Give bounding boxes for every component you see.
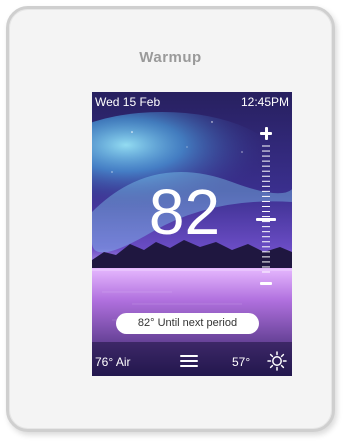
temperature-slider[interactable] <box>260 144 272 274</box>
brand-logo: Warmup <box>139 49 202 66</box>
hamburger-menu-icon[interactable] <box>180 354 198 368</box>
schedule-status-pill[interactable]: 82° Until next period <box>116 313 259 334</box>
time-label: 12:45PM <box>240 95 289 109</box>
outdoor-temperature: 57° <box>232 355 251 369</box>
air-temperature: 76° Air <box>95 355 131 369</box>
date-label: Wed 15 Feb <box>95 95 161 109</box>
increase-temperature-button[interactable] <box>258 125 274 141</box>
setpoint-temperature: 82 <box>148 176 221 248</box>
sun-icon <box>267 351 287 371</box>
temperature-slider-thumb[interactable] <box>256 218 276 222</box>
thermostat-device: Warmup Wed 15 Feb 12:45PM 82 82° Until n… <box>6 6 335 432</box>
decrease-temperature-button[interactable] <box>258 275 274 291</box>
touch-screen[interactable]: Wed 15 Feb 12:45PM 82 82° Until next per… <box>92 92 292 376</box>
